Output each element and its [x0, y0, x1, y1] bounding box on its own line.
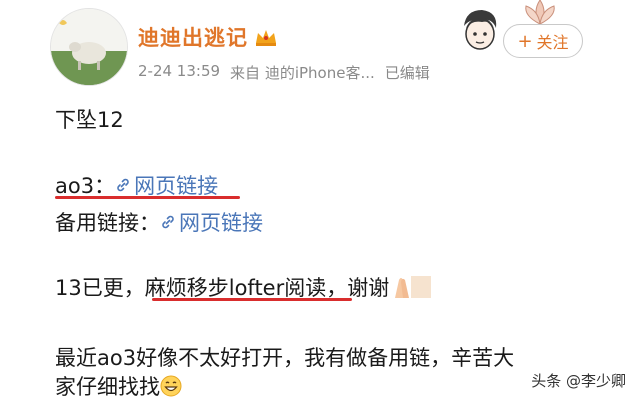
watermark: 头条 @李少卿	[531, 370, 626, 391]
smile-emoji	[160, 375, 182, 397]
follow-button[interactable]: + 关注	[503, 24, 583, 58]
watermark-text: 头条 @李少卿	[531, 372, 626, 390]
note-text-1: 最近ao3好像不太好打开，我有做备用链，辛苦大	[55, 346, 515, 370]
weibo-post: 迪迪出逃记 2-24 13:59 来自 迪的iPhone客... 已编辑 + 关…	[0, 0, 640, 401]
meta-row: 2-24 13:59 来自 迪的iPhone客... 已编辑	[138, 62, 430, 83]
avatar[interactable]	[50, 8, 128, 86]
author-name[interactable]: 迪迪出逃记	[138, 22, 248, 52]
backup-link[interactable]: 网页链接	[160, 207, 263, 237]
source-device: 来自 迪的iPhone客...	[230, 64, 375, 82]
note-text-2: 家仔细找找	[55, 375, 160, 399]
red-underline-lofter	[152, 298, 352, 301]
chapter-text: 下坠12	[55, 108, 124, 132]
post-line-title: 下坠12	[55, 104, 124, 134]
cartoon-face-icon	[464, 10, 497, 50]
post-line-note-2: 家仔细找找	[55, 371, 182, 401]
backup-link-text: 网页链接	[179, 211, 263, 235]
praying-hands-emoji	[395, 276, 432, 298]
sheep-avatar-icon	[51, 9, 127, 85]
update-prefix: 13已更，	[55, 276, 145, 300]
red-underline-ao3	[55, 196, 240, 199]
post-line-note-1: 最近ao3好像不太好打开，我有做备用链，辛苦大	[55, 342, 514, 372]
timestamp: 2-24 13:59	[138, 62, 221, 80]
backup-label: 备用链接：	[55, 211, 160, 235]
link-icon	[117, 178, 129, 192]
edited-badge[interactable]: 已编辑	[385, 62, 430, 83]
crown-icon	[256, 30, 276, 46]
plus-icon: +	[517, 30, 533, 52]
follow-label: 关注	[536, 33, 569, 52]
author-row: 迪迪出逃记	[138, 22, 278, 52]
post-line-backup: 备用链接： 网页链接	[55, 207, 263, 237]
link-icon	[162, 215, 174, 229]
